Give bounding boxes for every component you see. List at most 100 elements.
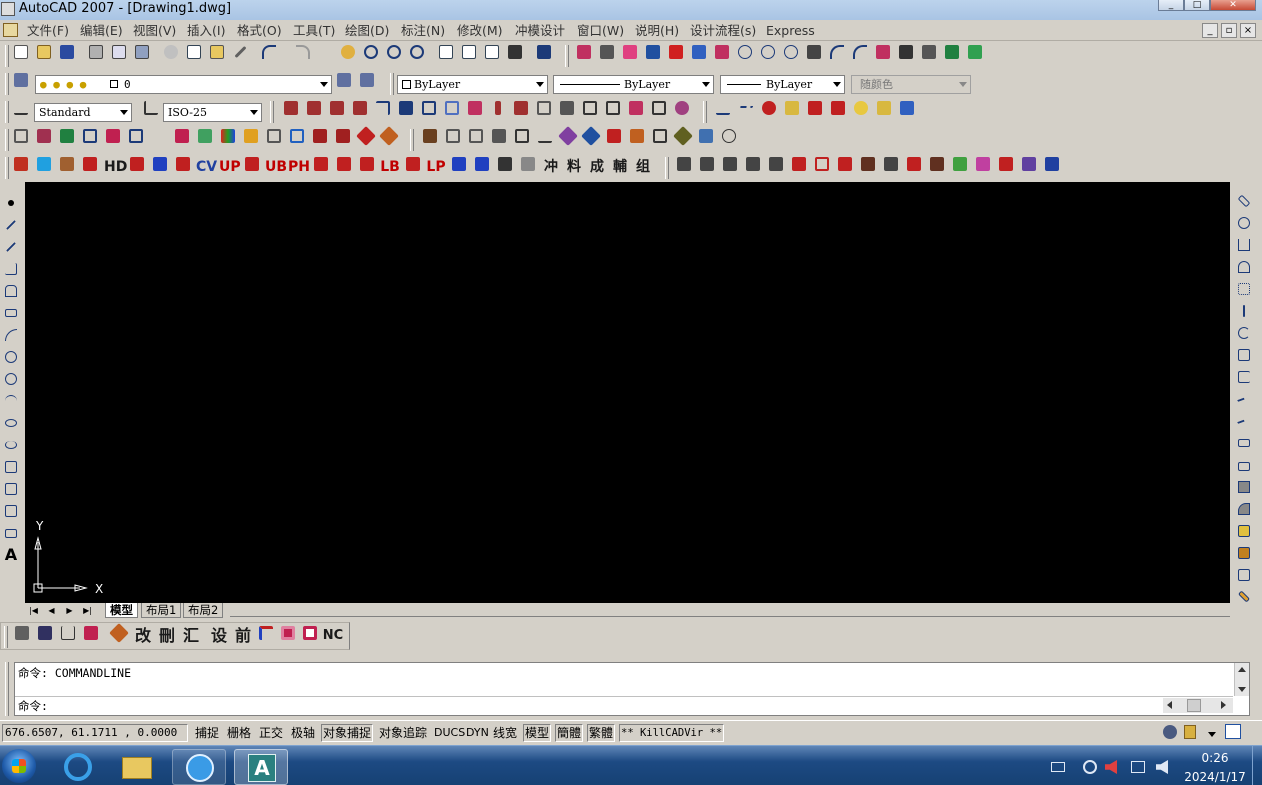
- tab-layout1[interactable]: 布局1: [141, 603, 182, 618]
- layer-stack-3-icon[interactable]: [828, 98, 848, 118]
- rectangle-icon[interactable]: [3, 305, 19, 321]
- text-style-dropdown[interactable]: Standard: [34, 103, 132, 122]
- die-tool-16-icon[interactable]: [518, 154, 538, 174]
- pencil-icon[interactable]: [1236, 589, 1252, 605]
- tool-r4-8-icon[interactable]: [195, 126, 215, 146]
- tool-r4-10-icon[interactable]: [241, 126, 261, 146]
- custom-tool-1-icon[interactable]: [574, 42, 594, 62]
- die-tool-lb-button[interactable]: LB: [380, 158, 400, 176]
- revision-cloud-icon[interactable]: [3, 371, 19, 387]
- custom-tool-5-icon[interactable]: [666, 42, 686, 62]
- tool-r4-14-icon[interactable]: [379, 126, 399, 146]
- close-button[interactable]: ✕: [1210, 0, 1256, 11]
- toggle-dyn[interactable]: DYN: [464, 724, 491, 742]
- toggle-ortho[interactable]: 正交: [257, 724, 285, 742]
- die-tool-8-icon[interactable]: [242, 154, 262, 174]
- die-tool-9-icon[interactable]: [311, 154, 331, 174]
- target-icon[interactable]: [759, 98, 779, 118]
- die-part-8-icon[interactable]: [835, 154, 855, 174]
- calculator-icon[interactable]: [505, 42, 525, 62]
- die-tool-ub-button[interactable]: UB: [265, 158, 287, 176]
- tool-r4-6-icon[interactable]: [126, 126, 146, 146]
- layer-stack-1-icon[interactable]: [782, 98, 802, 118]
- copy-icon[interactable]: [184, 42, 204, 62]
- tool-r4-17-icon[interactable]: [466, 126, 486, 146]
- explode-icon[interactable]: [1236, 523, 1252, 539]
- delete-button[interactable]: 刪: [156, 627, 178, 645]
- custom-tool-9-icon[interactable]: [873, 42, 893, 62]
- break-icon[interactable]: [1236, 457, 1252, 473]
- die-tool-3-icon[interactable]: [57, 154, 77, 174]
- die-part-4-icon[interactable]: [743, 154, 763, 174]
- die-tool-2-icon[interactable]: [34, 154, 54, 174]
- toolbar-grip[interactable]: [5, 73, 9, 95]
- die-tool-7-icon[interactable]: [173, 154, 193, 174]
- tool-r4-18-icon[interactable]: [489, 126, 509, 146]
- edit-tool-2-icon[interactable]: [35, 623, 55, 643]
- hatch-edit-icon[interactable]: [1236, 567, 1252, 583]
- die-tool-up-button[interactable]: UP: [219, 158, 241, 176]
- linetype-dropdown[interactable]: ByLayer: [553, 75, 714, 94]
- chamfer-icon[interactable]: [1236, 479, 1252, 495]
- zoom-previous-icon[interactable]: [407, 42, 427, 62]
- minimize-button[interactable]: _: [1158, 0, 1184, 11]
- circle-2-icon[interactable]: [758, 42, 778, 62]
- polyline-icon[interactable]: [3, 261, 19, 277]
- make-object-layer-current-icon[interactable]: [334, 70, 354, 90]
- menu-express[interactable]: Express: [766, 23, 815, 38]
- custom-solid-3-icon[interactable]: [327, 98, 347, 118]
- menu-draw[interactable]: 绘图(D): [345, 23, 389, 38]
- custom-tool-j-icon[interactable]: [603, 98, 623, 118]
- zoom-realtime-icon[interactable]: [361, 42, 381, 62]
- die-tool-ph-button[interactable]: PH: [288, 158, 310, 176]
- die-tool-13-icon[interactable]: [449, 154, 469, 174]
- die-part-3-icon[interactable]: [720, 154, 740, 174]
- die-tool-5-icon[interactable]: [127, 154, 147, 174]
- command-prompt[interactable]: 命令:: [18, 699, 48, 713]
- custom-tool-2-icon[interactable]: [597, 42, 617, 62]
- die-tool-punch-button[interactable]: 冲: [541, 158, 561, 176]
- insert-block-icon[interactable]: [3, 459, 19, 475]
- custom-tool-11-icon[interactable]: [919, 42, 939, 62]
- custom-tool-n-icon[interactable]: [897, 98, 917, 118]
- last-tab-button[interactable]: ▶|: [81, 605, 94, 617]
- custom-tool-12-icon[interactable]: [942, 42, 962, 62]
- die-tool-group-button[interactable]: 组: [633, 158, 653, 176]
- dim-style-dropdown[interactable]: ISO-25: [163, 103, 262, 122]
- tool-r4-21-icon[interactable]: [558, 126, 578, 146]
- die-tool-14-icon[interactable]: [472, 154, 492, 174]
- die-tool-12-icon[interactable]: [403, 154, 423, 174]
- custom-tool-a-icon[interactable]: [396, 98, 416, 118]
- arc-icon[interactable]: [827, 42, 847, 62]
- command-scrollbar[interactable]: [1234, 663, 1249, 696]
- drawing-canvas[interactable]: Y X: [25, 182, 1230, 604]
- spline-icon[interactable]: [3, 393, 19, 409]
- toggle-polar[interactable]: 极轴: [289, 724, 317, 742]
- construction-line-icon[interactable]: [3, 239, 19, 255]
- mdi-restore-button[interactable]: ▫: [1221, 23, 1237, 38]
- die-tool-11-icon[interactable]: [357, 154, 377, 174]
- custom-tool-10-icon[interactable]: [896, 42, 916, 62]
- clean-screen-icon[interactable]: [1225, 724, 1241, 739]
- menu-dimension[interactable]: 标注(N): [401, 23, 445, 38]
- toolbar-grip[interactable]: [5, 157, 9, 179]
- custom-tool-b-icon[interactable]: [419, 98, 439, 118]
- simplified-chinese-button[interactable]: 簡體: [555, 724, 584, 742]
- text-style-icon[interactable]: [11, 98, 31, 118]
- browser-taskbar-button[interactable]: [172, 749, 226, 785]
- menu-design-flow[interactable]: 设计流程(s): [690, 23, 756, 38]
- scale-icon[interactable]: [1236, 347, 1252, 363]
- properties-icon[interactable]: [436, 42, 456, 62]
- custom-tool-h-icon[interactable]: [557, 98, 577, 118]
- clock-time[interactable]: 0:26: [1182, 751, 1248, 766]
- show-desktop-button[interactable]: [1252, 746, 1262, 785]
- die-tool-form-button[interactable]: 成: [587, 158, 607, 176]
- pan-icon[interactable]: [338, 42, 358, 62]
- open-icon[interactable]: [34, 42, 54, 62]
- custom-tool-3-icon[interactable]: [620, 42, 640, 62]
- die-tool-6-icon[interactable]: [150, 154, 170, 174]
- modify-button[interactable]: 改: [132, 627, 154, 645]
- edit-tool-7-icon[interactable]: [278, 623, 298, 643]
- custom-tool-8-icon[interactable]: [804, 42, 824, 62]
- die-part-17-icon[interactable]: [1042, 154, 1062, 174]
